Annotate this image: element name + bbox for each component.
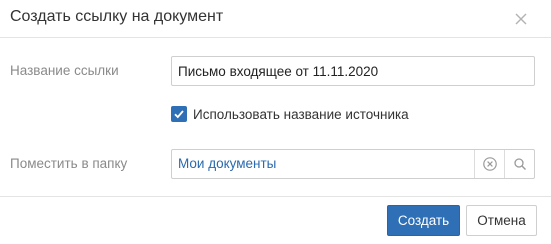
search-button[interactable]	[504, 150, 535, 178]
link-name-label: Название ссылки	[10, 63, 119, 78]
use-source-name-label: Использовать название источника	[193, 106, 409, 122]
folder-value-link[interactable]: Мои документы	[178, 156, 276, 171]
checkbox-checked[interactable]	[171, 106, 187, 122]
close-icon[interactable]	[514, 12, 528, 26]
use-source-name-checkbox[interactable]: Использовать название источника	[171, 106, 409, 122]
checkmark-icon	[174, 110, 184, 119]
folder-lookup-field[interactable]: Мои документы	[171, 149, 535, 179]
dialog-title: Создать ссылку на документ	[10, 8, 224, 25]
folder-label: Поместить в папку	[10, 156, 128, 171]
create-link-dialog: Создать ссылку на документ Название ссыл…	[0, 0, 551, 244]
clear-circle-icon	[483, 157, 497, 171]
link-name-input[interactable]	[171, 56, 535, 86]
create-button[interactable]: Создать	[387, 205, 460, 236]
dialog-header: Создать ссылку на документ	[0, 0, 551, 38]
search-icon	[514, 158, 526, 170]
clear-button[interactable]	[474, 150, 505, 178]
cancel-button[interactable]: Отмена	[466, 205, 537, 236]
